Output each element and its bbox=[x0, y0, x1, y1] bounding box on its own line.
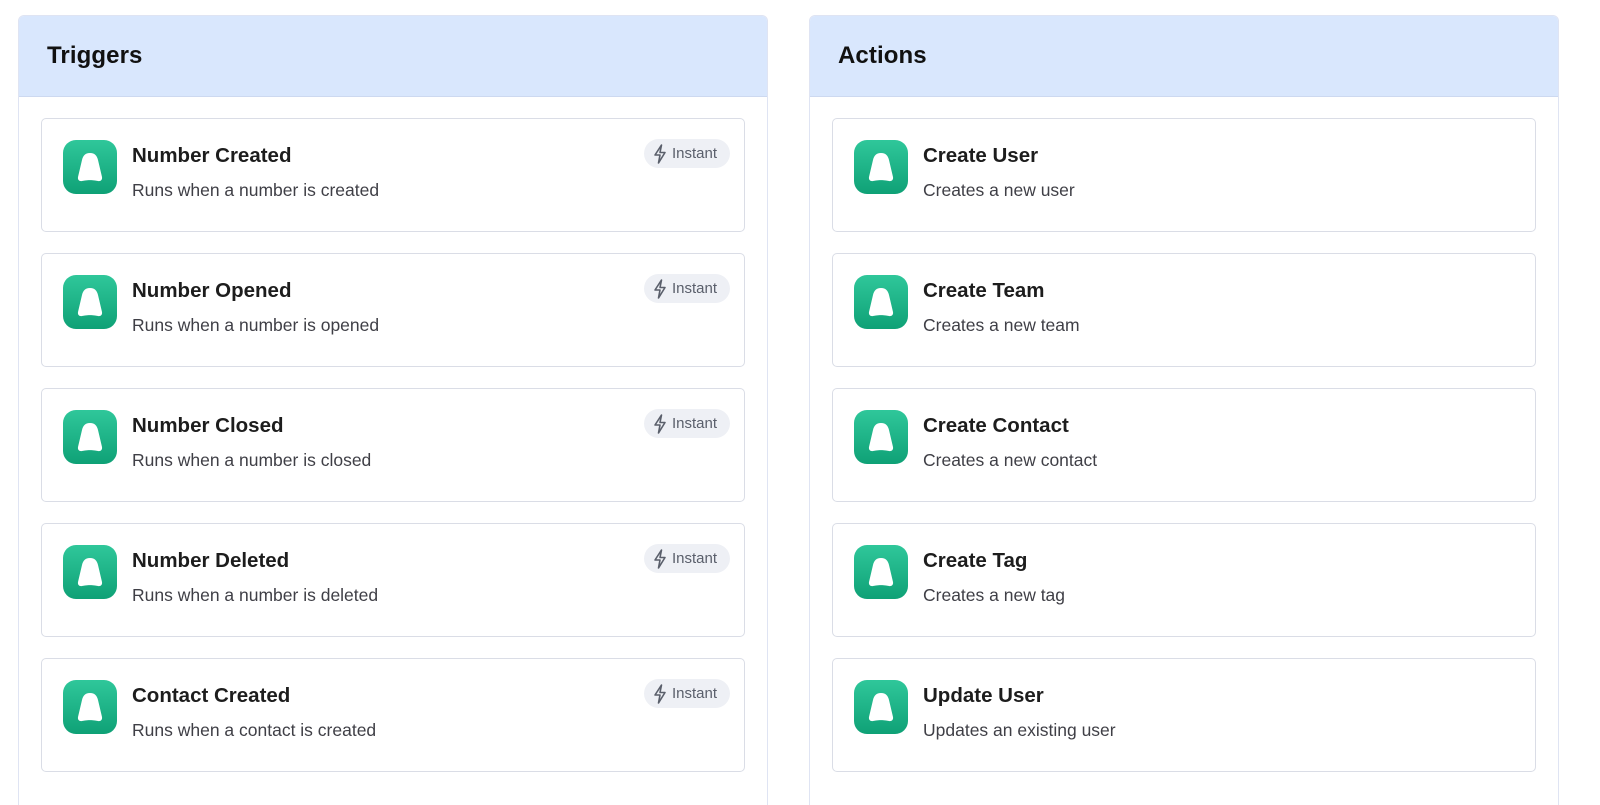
bolt-icon bbox=[653, 683, 667, 704]
card-title: Number Deleted bbox=[132, 549, 290, 572]
card-title: Number Closed bbox=[132, 414, 284, 437]
action-card-create-team[interactable]: Create Team Creates a new team bbox=[832, 253, 1536, 367]
action-card-create-contact[interactable]: Create Contact Creates a new contact bbox=[832, 388, 1536, 502]
aircall-app-icon bbox=[63, 275, 117, 329]
card-title: Update User bbox=[923, 684, 1044, 707]
badge-label: Instant bbox=[671, 280, 717, 297]
bolt-icon bbox=[653, 278, 667, 299]
card-description: Creates a new contact bbox=[923, 450, 1098, 470]
aircall-app-icon bbox=[63, 140, 117, 194]
trigger-card-number-opened[interactable]: Number Opened Runs when a number is open… bbox=[41, 253, 745, 367]
card-description: Runs when a number is deleted bbox=[132, 585, 379, 605]
card-title: Contact Created bbox=[132, 684, 291, 707]
action-card-update-user[interactable]: Update User Updates an existing user bbox=[832, 658, 1536, 772]
card-title: Create Team bbox=[923, 279, 1045, 302]
instant-badge: Instant bbox=[643, 139, 730, 168]
aircall-app-icon bbox=[854, 410, 908, 464]
badge-label: Instant bbox=[671, 415, 717, 432]
triggers-title: Triggers bbox=[47, 42, 143, 69]
aircall-app-icon bbox=[854, 275, 908, 329]
aircall-app-icon bbox=[63, 680, 117, 734]
card-description: Creates a new team bbox=[923, 315, 1080, 335]
card-description: Runs when a number is opened bbox=[132, 315, 380, 335]
bolt-icon bbox=[653, 143, 667, 164]
triggers-header: Triggers bbox=[19, 16, 767, 97]
card-description: Runs when a contact is created bbox=[132, 720, 377, 740]
trigger-card-number-created[interactable]: Number Created Runs when a number is cre… bbox=[41, 118, 745, 232]
card-title: Create Tag bbox=[923, 549, 1028, 572]
action-card-create-user[interactable]: Create User Creates a new user bbox=[832, 118, 1536, 232]
aircall-app-icon bbox=[854, 680, 908, 734]
aircall-app-icon bbox=[854, 545, 908, 599]
bolt-icon bbox=[653, 413, 667, 434]
actions-panel: Actions Create User Creates a new user C… bbox=[809, 15, 1559, 805]
card-description: Runs when a number is created bbox=[132, 180, 380, 200]
card-title: Number Created bbox=[132, 144, 292, 167]
actions-title: Actions bbox=[838, 42, 927, 69]
instant-badge: Instant bbox=[643, 679, 730, 708]
aircall-app-icon bbox=[63, 545, 117, 599]
actions-header: Actions bbox=[810, 16, 1558, 97]
aircall-app-icon bbox=[63, 410, 117, 464]
triggers-list: Number Created Runs when a number is cre… bbox=[41, 118, 745, 793]
bolt-icon bbox=[653, 548, 667, 569]
trigger-card-number-closed[interactable]: Number Closed Runs when a number is clos… bbox=[41, 388, 745, 502]
instant-badge: Instant bbox=[643, 274, 730, 303]
card-title: Number Opened bbox=[132, 279, 292, 302]
instant-badge: Instant bbox=[643, 409, 730, 438]
action-card-create-tag[interactable]: Create Tag Creates a new tag bbox=[832, 523, 1536, 637]
card-description: Creates a new tag bbox=[923, 585, 1066, 605]
triggers-panel: Triggers Number Created Runs when a numb… bbox=[18, 15, 768, 805]
trigger-card-number-deleted[interactable]: Number Deleted Runs when a number is del… bbox=[41, 523, 745, 637]
card-title: Create User bbox=[923, 144, 1039, 167]
badge-label: Instant bbox=[671, 685, 717, 702]
badge-label: Instant bbox=[671, 550, 717, 567]
trigger-card-contact-created[interactable]: Contact Created Runs when a contact is c… bbox=[41, 658, 745, 772]
badge-label: Instant bbox=[671, 145, 717, 162]
card-description: Updates an existing user bbox=[923, 720, 1116, 740]
aircall-app-icon bbox=[854, 140, 908, 194]
card-title: Create Contact bbox=[923, 414, 1069, 437]
card-description: Creates a new user bbox=[923, 180, 1075, 200]
instant-badge: Instant bbox=[643, 544, 730, 573]
card-description: Runs when a number is closed bbox=[132, 450, 372, 470]
actions-list: Create User Creates a new user Create Te… bbox=[832, 118, 1536, 793]
